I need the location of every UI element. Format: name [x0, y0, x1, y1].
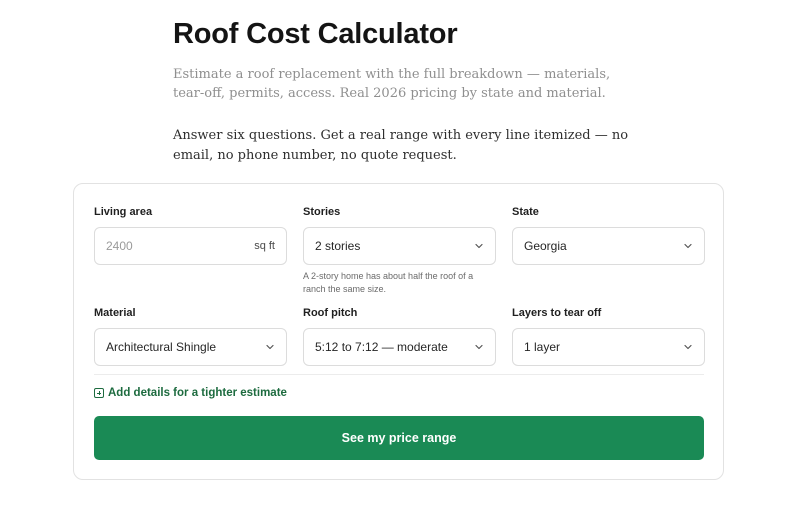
- page-title: Roof Cost Calculator: [173, 18, 458, 50]
- roof-pitch-select[interactable]: 5:12 to 7:12 — moderate: [303, 328, 496, 366]
- layers-label: Layers to tear off: [512, 307, 602, 319]
- living-area-input[interactable]: 2400 sq ft: [94, 227, 287, 265]
- layers-field: Layers to tear off 1 layer: [512, 307, 705, 366]
- divider: [94, 374, 704, 375]
- roof-pitch-label: Roof pitch: [303, 307, 358, 319]
- layers-select[interactable]: 1 layer: [512, 328, 705, 366]
- living-area-placeholder: 2400: [106, 239, 133, 253]
- page-subtitle: Estimate a roof replacement with the ful…: [173, 67, 611, 101]
- add-details-label: Add details for a tighter estimate: [108, 387, 287, 399]
- chevron-down-icon: [475, 243, 483, 249]
- see-price-range-button[interactable]: See my price range: [94, 416, 704, 460]
- material-label: Material: [94, 307, 136, 319]
- roof-pitch-field: Roof pitch 5:12 to 7:12 — moderate: [303, 307, 496, 366]
- roof-pitch-value: 5:12 to 7:12 — moderate: [315, 340, 448, 354]
- stories-field: Stories 2 stories A 2-story home has abo…: [303, 206, 496, 296]
- page: Roof Cost Calculator Estimate a roof rep…: [0, 0, 800, 508]
- chevron-down-icon: [266, 344, 274, 350]
- stories-select[interactable]: 2 stories: [303, 227, 496, 265]
- living-area-field: Living area 2400 sq ft: [94, 206, 287, 265]
- stories-value: 2 stories: [315, 239, 361, 253]
- stories-label: Stories: [303, 206, 341, 218]
- chevron-down-icon: [684, 243, 692, 249]
- chevron-down-icon: [684, 344, 692, 350]
- state-field: State Georgia: [512, 206, 705, 265]
- state-select[interactable]: Georgia: [512, 227, 705, 265]
- add-details-link[interactable]: Add details for a tighter estimate: [94, 387, 287, 399]
- chevron-down-icon: [475, 344, 483, 350]
- state-label: State: [512, 206, 539, 218]
- plus-square-icon: [94, 388, 104, 398]
- material-field: Material Architectural Shingle: [94, 307, 287, 366]
- material-select[interactable]: Architectural Shingle: [94, 328, 287, 366]
- living-area-unit: sq ft: [254, 240, 275, 252]
- intro-text: Answer six questions. Get a real range w…: [173, 128, 629, 163]
- material-value: Architectural Shingle: [106, 340, 217, 354]
- state-value: Georgia: [524, 239, 567, 253]
- layers-value: 1 layer: [524, 340, 561, 354]
- stories-hint: A 2-story home has about half the roof o…: [303, 271, 474, 294]
- living-area-label: Living area: [94, 206, 153, 218]
